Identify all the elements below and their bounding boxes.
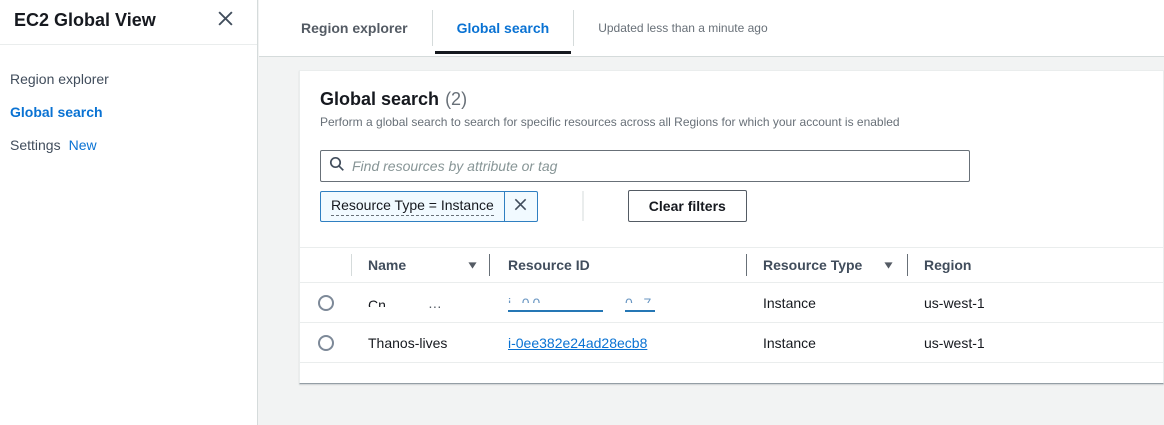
- sidebar-item-global-search[interactable]: Global search: [10, 104, 257, 120]
- resource-id-cell: i-00 0-7: [490, 283, 747, 322]
- main-area: Region explorer Global search Updated le…: [259, 0, 1164, 425]
- link-underline: [625, 310, 655, 312]
- column-label: Name: [368, 257, 406, 273]
- tab-label: Global search: [457, 20, 550, 36]
- region-cell: us-west-1: [908, 283, 1163, 322]
- sort-icon[interactable]: [467, 261, 478, 270]
- name-cell: Cn …: [352, 283, 490, 322]
- search-input[interactable]: [352, 158, 961, 174]
- filter-token-label[interactable]: Resource Type = Instance: [321, 192, 504, 221]
- search-box: [320, 150, 970, 182]
- column-label: Resource Type: [763, 257, 862, 273]
- table-header-row: Name Resource ID Resource Type: [300, 247, 1163, 283]
- filter-token[interactable]: Resource Type = Instance: [320, 191, 538, 222]
- vertical-divider: [582, 191, 584, 221]
- sidebar: EC2 Global View Region explorer Global s…: [0, 0, 258, 425]
- sidebar-header: EC2 Global View: [0, 0, 257, 45]
- redacted-id-fragment: 0-7: [625, 296, 655, 303]
- search-icon: [329, 156, 345, 177]
- sidebar-item-settings[interactable]: Settings New: [10, 137, 257, 153]
- row-select-cell: [300, 283, 352, 322]
- column-header-name[interactable]: Name: [352, 248, 490, 282]
- updated-status: Updated less than a minute ago: [574, 0, 791, 56]
- close-button[interactable]: [213, 8, 237, 32]
- close-icon: [217, 10, 234, 30]
- name-cell: Thanos-lives: [352, 323, 490, 362]
- sidebar-nav: Region explorer Global search Settings Ne…: [0, 45, 257, 153]
- dismiss-icon: [513, 197, 528, 215]
- tab-label: Region explorer: [301, 20, 408, 36]
- column-label: Resource ID: [508, 257, 590, 273]
- results-table: Name Resource ID Resource Type: [300, 247, 1163, 363]
- remove-filter-button[interactable]: [505, 192, 537, 221]
- redacted-name-fragment: Cn: [368, 298, 386, 307]
- sidebar-item-region-explorer[interactable]: Region explorer: [10, 71, 257, 87]
- column-header-resource-id[interactable]: Resource ID: [490, 248, 747, 282]
- sidebar-item-label[interactable]: Settings: [10, 137, 61, 153]
- table-row[interactable]: Cn … i-00 0-7: [300, 283, 1163, 323]
- result-count: (2): [445, 89, 467, 110]
- global-search-panel: Global search (2) Perform a global searc…: [299, 70, 1164, 384]
- row-select-cell: [300, 323, 352, 362]
- radio-button[interactable]: [318, 335, 334, 351]
- resource-type-cell: Instance: [747, 283, 908, 322]
- panel-description: Perform a global search to search for sp…: [320, 115, 1143, 129]
- column-header-region[interactable]: Region: [908, 248, 1163, 282]
- table-row[interactable]: Thanos-lives i-0ee382e24ad28ecb8 Instanc…: [300, 323, 1163, 363]
- new-badge: New: [69, 137, 97, 153]
- filter-row: Resource Type = Instance Clear filters: [320, 190, 1143, 222]
- tab-region-explorer[interactable]: Region explorer: [277, 0, 432, 56]
- resource-type-cell: Instance: [747, 323, 908, 362]
- radio-button[interactable]: [318, 295, 334, 311]
- sidebar-item-label[interactable]: Region explorer: [10, 71, 109, 87]
- resource-id-link[interactable]: i-0ee382e24ad28ecb8: [508, 335, 647, 351]
- resource-id-cell: i-0ee382e24ad28ecb8: [490, 323, 747, 362]
- column-header-resource-type[interactable]: Resource Type: [747, 248, 908, 282]
- redacted-name-trail: …: [428, 295, 443, 311]
- column-label: Region: [924, 257, 971, 273]
- sidebar-title: EC2 Global View: [14, 10, 156, 31]
- panel-header: Global search (2): [320, 89, 1143, 110]
- tab-bar: Region explorer Global search Updated le…: [259, 0, 1164, 57]
- region-cell: us-west-1: [908, 323, 1163, 362]
- sidebar-item-label[interactable]: Global search: [10, 104, 103, 120]
- panel-title: Global search: [320, 89, 439, 110]
- sort-icon[interactable]: [883, 261, 894, 270]
- link-underline: [508, 310, 603, 312]
- selection-column-header: [300, 248, 352, 282]
- clear-filters-button[interactable]: Clear filters: [628, 190, 747, 222]
- redacted-id-fragment: i-00: [508, 296, 603, 303]
- redacted-resource-id-link[interactable]: i-00 0-7: [508, 296, 655, 312]
- tab-global-search[interactable]: Global search: [433, 0, 574, 56]
